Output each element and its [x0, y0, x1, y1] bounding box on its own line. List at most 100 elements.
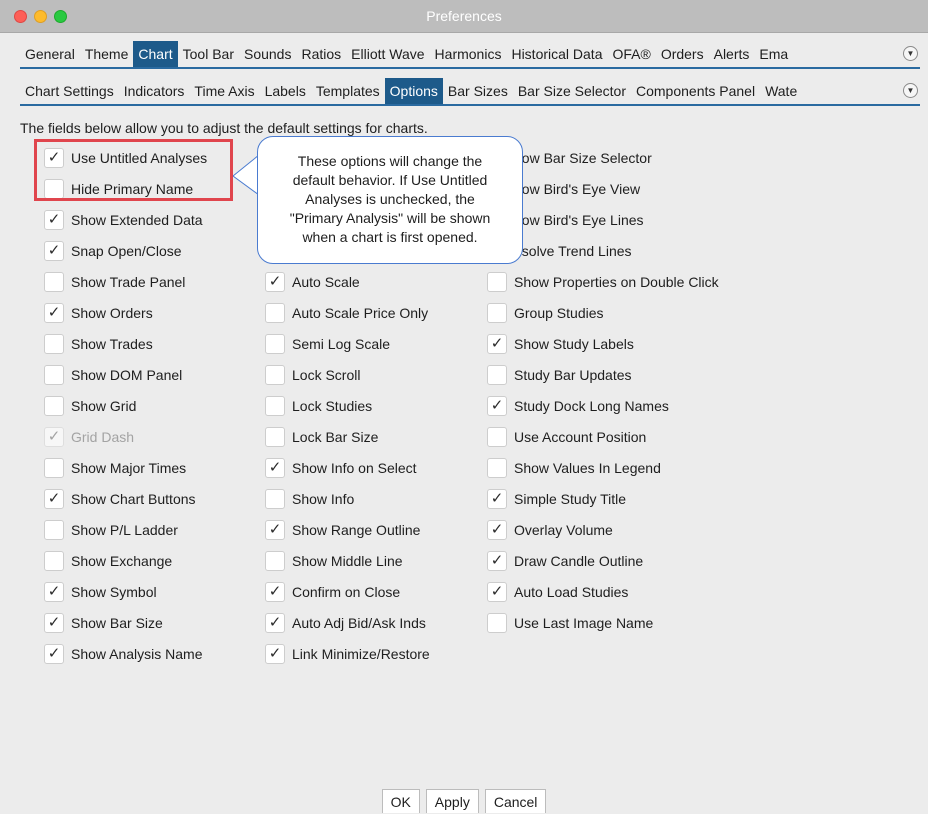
checkmark-icon[interactable]: ✓	[44, 644, 64, 664]
tab-ratios[interactable]: Ratios	[296, 41, 346, 67]
checkmark-icon[interactable]: ✓	[265, 613, 285, 633]
checkbox-empty-icon[interactable]	[265, 365, 285, 385]
tab-time-axis[interactable]: Time Axis	[189, 78, 259, 104]
tab-indicators[interactable]: Indicators	[119, 78, 190, 104]
checkbox-empty-icon[interactable]	[44, 520, 64, 540]
tab-bar-sizes[interactable]: Bar Sizes	[443, 78, 513, 104]
checkmark-icon[interactable]: ✓	[487, 520, 507, 540]
checkbox-label: Hide Primary Name	[71, 181, 194, 197]
checkbox-empty-icon[interactable]	[265, 303, 285, 323]
checkbox-label: Study Bar Updates	[514, 367, 632, 383]
checkmark-icon[interactable]: ✓	[44, 303, 64, 323]
checkbox-empty-icon[interactable]	[265, 396, 285, 416]
checkbox-label: Confirm on Close	[292, 584, 401, 600]
checkbox-empty-icon[interactable]	[44, 365, 64, 385]
checkmark-icon[interactable]: ✓	[44, 613, 64, 633]
checkbox-label: Auto Adj Bid/Ask Inds	[292, 615, 426, 631]
apply-button[interactable]: Apply	[425, 789, 479, 813]
tab-wate[interactable]: Wate	[760, 78, 802, 104]
checkmark-icon[interactable]: ✓	[265, 520, 285, 540]
checkbox-label: Show Bar Size	[71, 615, 163, 631]
checkbox-label: Lock Scroll	[292, 367, 361, 383]
tab-historical-data[interactable]: Historical Data	[506, 41, 607, 67]
tab-elliott-wave[interactable]: Elliott Wave	[346, 41, 429, 67]
intro-text: The fields below allow you to adjust the…	[20, 120, 428, 136]
tab-chart[interactable]: Chart	[133, 41, 178, 67]
checkbox-label: Show Trades	[71, 336, 153, 352]
checkbox-empty-icon[interactable]	[487, 458, 507, 478]
tab-sounds[interactable]: Sounds	[239, 41, 296, 67]
tab-labels[interactable]: Labels	[260, 78, 311, 104]
checkbox-label: Show Analysis Name	[71, 646, 203, 662]
checkbox-empty-icon[interactable]	[265, 427, 285, 447]
checkmark-icon[interactable]: ✓	[265, 272, 285, 292]
callout-line: default behavior. If Use Untitled	[292, 172, 488, 188]
checkmark-icon[interactable]: ✓	[487, 396, 507, 416]
checkbox-label: Group Studies	[514, 305, 604, 321]
checkbox-label: Show Properties on Double Click	[514, 274, 719, 290]
checkmark-icon[interactable]: ✓	[487, 489, 507, 509]
tab-templates[interactable]: Templates	[311, 78, 385, 104]
tab-orders[interactable]: Orders	[656, 41, 709, 67]
checkmark-icon[interactable]: ✓	[265, 644, 285, 664]
checkbox-empty-icon[interactable]	[44, 272, 64, 292]
checkmark-icon[interactable]: ✓	[487, 334, 507, 354]
tab-ema[interactable]: Ema	[754, 41, 793, 67]
cancel-button[interactable]: Cancel	[484, 789, 547, 813]
checkbox-empty-icon[interactable]	[487, 272, 507, 292]
checkbox-empty-icon[interactable]	[44, 551, 64, 571]
checkbox-empty-icon[interactable]	[44, 179, 64, 199]
checkmark-icon[interactable]: ✓	[44, 148, 64, 168]
callout-line: "Primary Analysis" will be shown	[289, 210, 491, 226]
ok-button[interactable]: OK	[381, 789, 420, 813]
secondary-tab-underline	[20, 104, 920, 106]
checkbox-label: Show Info	[292, 491, 355, 507]
checkbox-empty-icon[interactable]	[44, 396, 64, 416]
checkmark-icon[interactable]: ✓	[265, 458, 285, 478]
checkmark-icon[interactable]: ✓	[44, 489, 64, 509]
checkbox-empty-icon[interactable]	[487, 365, 507, 385]
checkbox-empty-icon[interactable]	[487, 303, 507, 323]
checkbox-label: Overlay Volume	[514, 522, 613, 538]
tab-bar-size-selector[interactable]: Bar Size Selector	[513, 78, 631, 104]
tab-options[interactable]: Options	[384, 78, 443, 104]
callout-pointer	[233, 155, 259, 195]
tab-alerts[interactable]: Alerts	[709, 41, 755, 67]
tab-chart-settings[interactable]: Chart Settings	[20, 78, 119, 104]
checkbox-label: how Bird's Eye View	[514, 181, 641, 197]
checkmark-icon[interactable]: ✓	[487, 582, 507, 602]
checkbox-label: Semi Log Scale	[292, 336, 391, 352]
checkmark-icon[interactable]: ✓	[44, 241, 64, 261]
checkbox-empty-icon[interactable]	[265, 334, 285, 354]
callout-line: These options will change the	[297, 153, 483, 169]
checkbox-label: Lock Bar Size	[292, 429, 379, 445]
checkbox-empty-icon[interactable]	[487, 427, 507, 447]
checkbox-label: Show Extended Data	[71, 212, 203, 228]
checkbox-empty-icon[interactable]	[44, 334, 64, 354]
checkbox-label: Show Trade Panel	[71, 274, 186, 290]
checkmark-icon[interactable]: ✓	[265, 582, 285, 602]
tab-ofa[interactable]: OFA®	[607, 41, 655, 67]
chevron-down-circle-icon[interactable]: ▼	[903, 46, 918, 61]
checkmark-icon[interactable]: ✓	[44, 582, 64, 602]
checkmark-icon[interactable]: ✓	[487, 551, 507, 571]
checkbox-label: Show Range Outline	[292, 522, 421, 538]
checkbox-empty-icon[interactable]	[487, 613, 507, 633]
tab-components-panel[interactable]: Components Panel	[631, 78, 760, 104]
checkbox-label: Grid Dash	[71, 429, 135, 445]
checkbox-empty-icon[interactable]	[265, 551, 285, 571]
tab-general[interactable]: General	[20, 41, 80, 67]
checkbox-label: Auto Scale Price Only	[292, 305, 429, 321]
tab-theme[interactable]: Theme	[80, 41, 134, 67]
checkbox-empty-icon[interactable]	[44, 458, 64, 478]
checkmark-icon[interactable]: ✓	[44, 210, 64, 230]
chevron-down-circle-icon[interactable]: ▼	[903, 83, 918, 98]
secondary-tab-bar: Chart Settings Indicators Time Axis Labels T…	[0, 78, 928, 104]
dialog-button-bar: OK Apply Cancel	[0, 789, 928, 813]
checkbox-empty-icon[interactable]	[265, 489, 285, 509]
checkbox-label: Show Orders	[71, 305, 153, 321]
checkbox-label: how Bar Size Selector	[514, 150, 652, 166]
tab-tool-bar[interactable]: Tool Bar	[178, 41, 239, 67]
tab-harmonics[interactable]: Harmonics	[430, 41, 507, 67]
checkbox-label: Show Info on Select	[292, 460, 417, 476]
